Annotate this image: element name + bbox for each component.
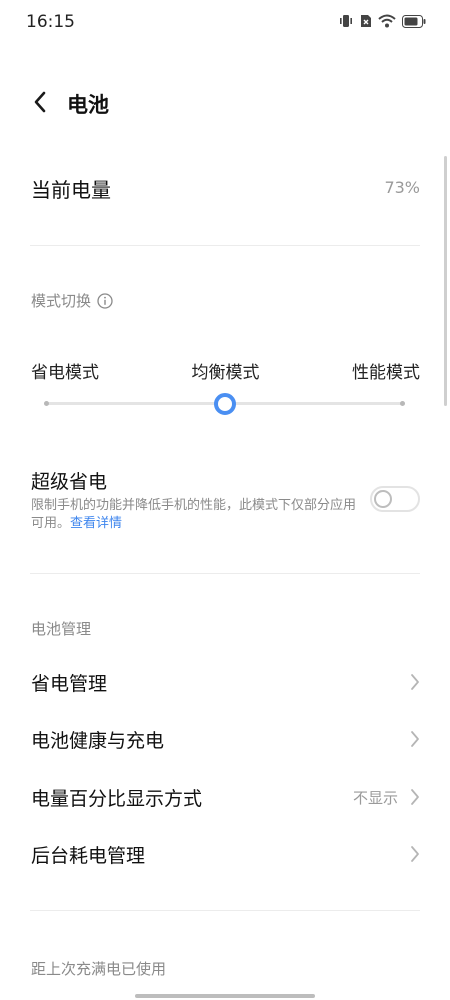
list-item-label: 省电管理 [31,673,108,695]
status-bar: 16:15 [0,0,450,46]
current-level-row: 当前电量 73% [31,168,420,208]
list-item-value: 不显示 [352,789,398,807]
mode-option-performance[interactable]: 性能模式 [352,358,420,383]
mode-slider-stop[interactable] [44,401,49,406]
back-arrow-icon [34,91,46,113]
vibrate-icon [338,14,354,28]
wifi-icon [378,14,396,28]
current-level-label: 当前电量 [31,178,111,202]
view-details-link[interactable]: 查看详情 [70,516,122,531]
toggle-knob [374,490,392,508]
mode-option-power-saving[interactable]: 省电模式 [31,358,99,383]
battery-icon [402,14,426,28]
list-item-battery-health[interactable]: 电池健康与充电 [31,718,420,758]
home-indicator[interactable] [135,994,315,998]
no-sim-icon [360,14,372,28]
list-item-label: 后台耗电管理 [31,845,146,867]
list-item-label: 电池健康与充电 [31,730,165,752]
mode-slider-stop[interactable] [400,401,405,406]
mode-labels: 省电模式 均衡模式 性能模式 [31,358,420,384]
list-item-percentage-display[interactable]: 电量百分比显示方式 不显示 [31,776,420,816]
status-icons [338,14,426,28]
current-level-value: 73% [384,178,420,197]
list-item-background-power[interactable]: 后台耗电管理 [31,833,420,873]
super-saver-toggle[interactable] [370,486,420,512]
header: 电池 [0,80,450,124]
mode-slider-thumb[interactable] [213,393,236,415]
back-button[interactable] [26,88,54,116]
divider [30,910,420,911]
mode-switch-label-text: 模式切换 [31,292,92,310]
list-item-power-saving-management[interactable]: 省电管理 [31,661,420,701]
mode-switch-label: 模式切换 [31,290,113,313]
super-saver-title: 超级省电 [31,471,108,493]
status-time: 16:15 [26,12,75,32]
list-item-label: 电量百分比显示方式 [31,788,203,810]
chevron-right-icon [411,674,419,690]
mode-option-balanced[interactable]: 均衡模式 [192,358,260,383]
chevron-right-icon [411,846,419,862]
mode-slider[interactable] [44,392,405,416]
divider [30,573,420,574]
chevron-right-icon [411,731,419,747]
battery-management-label: 电池管理 [31,620,92,638]
scroll-indicator [444,156,447,406]
super-saver-description: 限制手机的功能并降低手机的性能，此模式下仅部分应用可用。查看详情 [31,497,356,533]
page-title: 电池 [67,93,109,117]
chevron-right-icon [411,789,419,805]
info-icon[interactable] [97,293,113,313]
divider [30,245,420,246]
usage-section-label: 距上次充满电已使用 [31,960,167,978]
